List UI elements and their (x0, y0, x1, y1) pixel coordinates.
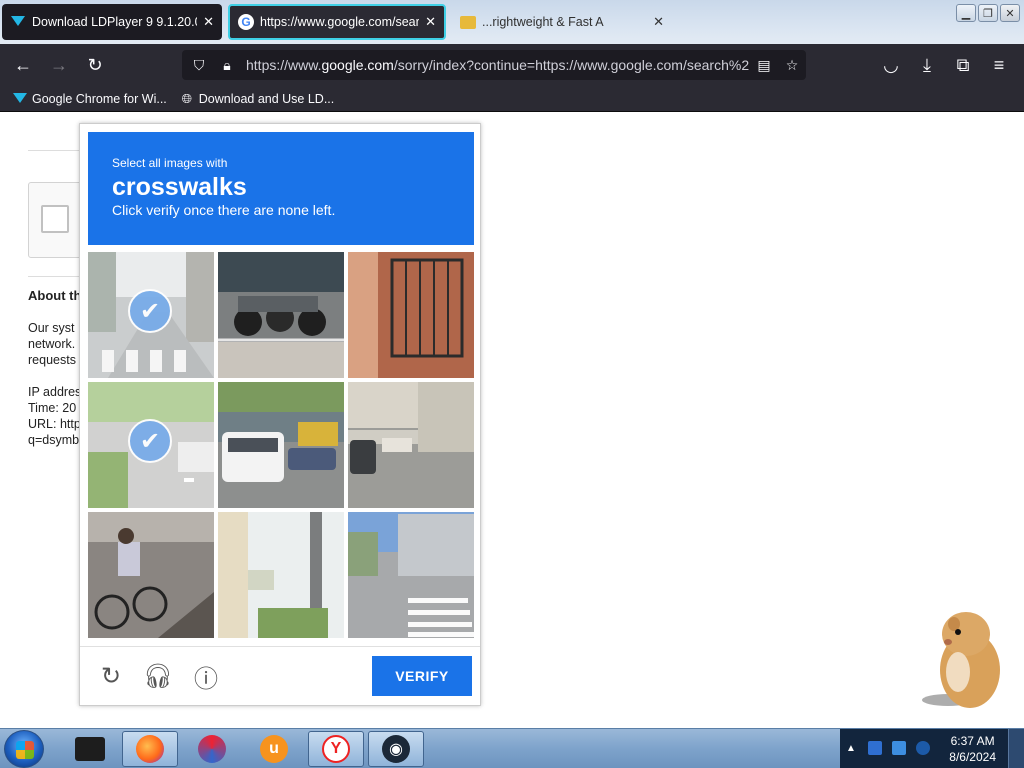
show-desktop-button[interactable] (1008, 729, 1024, 768)
tray-network-icon[interactable] (892, 741, 906, 755)
cyclist-photo (88, 512, 214, 638)
windows-logo-icon (16, 741, 34, 759)
extensions-icon[interactable]: ⧉ (950, 52, 976, 78)
image-challenge-dialog: Select all images with crosswalks Click … (79, 123, 481, 706)
street-bus-photo (348, 382, 474, 508)
check-icon: ✔ (128, 289, 172, 333)
image-tile-9[interactable] (348, 512, 474, 638)
taskbar-app-2[interactable] (122, 731, 178, 767)
image-tile-1[interactable]: ✔ (88, 252, 214, 378)
taskbar-app-3[interactable] (184, 731, 240, 767)
firefox-icon (136, 735, 164, 763)
image-tile-5[interactable] (218, 382, 344, 508)
swirl-app-icon (198, 735, 226, 763)
lock-icon[interactable]: 🔒︎ (216, 57, 238, 74)
explanation-text: Our syst network. requests (28, 321, 76, 367)
window-close-icon[interactable]: ✕ (1000, 4, 1020, 22)
bookmark-label: Download and Use LD... (198, 91, 335, 106)
headphones-icon[interactable]: 🎧︎ (143, 661, 173, 691)
back-arrow-icon[interactable]: ← (10, 52, 36, 78)
close-icon[interactable]: ✕ (425, 14, 436, 30)
steam-icon: ◉ (382, 735, 410, 763)
bookmark-label: Google Chrome for Wi... (32, 91, 167, 106)
image-tile-6[interactable] (348, 382, 474, 508)
window-controls: ▁ ❐ ✕ (956, 4, 1020, 22)
crosswalk-buildings-photo (348, 512, 474, 638)
instruction-sub: Click verify once there are none left. (112, 202, 336, 218)
image-grid: ✔ ✔ (88, 252, 474, 638)
image-tile-3[interactable] (348, 252, 474, 378)
bookmarks-bar: Google Chrome for Wi... 🌐︎ Download and … (0, 86, 1024, 112)
image-tile-2[interactable] (218, 252, 344, 378)
image-tile-4[interactable]: ✔ (88, 382, 214, 508)
request-meta: IP addres Time: 20 URL: http q=dsymb (28, 385, 82, 447)
clock[interactable]: 6:37 AM 8/6/2024 (949, 733, 996, 765)
start-button[interactable] (4, 730, 44, 768)
close-icon[interactable]: ✕ (203, 14, 214, 30)
bookmark-ldplayer[interactable]: 🌐︎ Download and Use LD... (179, 91, 335, 107)
navigation-bar: ← → ↻ ⛉ 🔒︎ https://www.google.com/sorry/… (0, 44, 1024, 86)
about-heading: About th (28, 288, 82, 303)
pocket-icon[interactable]: ◡ (878, 52, 904, 78)
reload-challenge-icon[interactable]: ↻ (96, 661, 126, 691)
clock-time: 6:37 AM (950, 734, 995, 748)
forward-arrow-icon[interactable]: → (46, 52, 72, 78)
yandex-browser-icon: Y (322, 735, 350, 763)
menu-icon[interactable]: ≡ (986, 52, 1012, 78)
street-photo (88, 252, 214, 378)
tray-volume-icon[interactable] (916, 741, 930, 755)
recaptcha-checkbox[interactable] (41, 205, 69, 233)
url-text[interactable]: https://www.google.com/sorry/index?conti… (246, 57, 750, 73)
system-tray: ▲ 6:37 AM 8/6/2024 (840, 729, 1024, 768)
tab-title: ...rightweight & Fast A (482, 15, 604, 29)
google-favicon-icon: G (238, 14, 254, 30)
tab-ldplayer[interactable]: Download LDPlayer 9 9.1.20.0 fo ✕ (2, 4, 222, 40)
restore-icon[interactable]: ❐ (978, 4, 998, 22)
clock-date: 8/6/2024 (949, 750, 996, 764)
tab-google-search[interactable]: G https://www.google.com/search ✕ (228, 4, 446, 40)
tab-title: https://www.google.com/search (260, 15, 420, 29)
bookmark-chrome[interactable]: Google Chrome for Wi... (12, 91, 167, 107)
minimize-icon[interactable]: ▁ (956, 4, 976, 22)
challenge-footer: ↻ 🎧︎ ⓘ VERIFY (80, 646, 480, 706)
image-tile-7[interactable] (88, 512, 214, 638)
reader-view-icon[interactable]: ▤ (750, 57, 778, 74)
challenge-header: Select all images with crosswalks Click … (88, 132, 474, 245)
instruction-small: Select all images with (112, 156, 228, 170)
verify-button[interactable]: VERIFY (372, 656, 472, 696)
taskbar-app-5[interactable]: Y (308, 731, 364, 767)
tray-expand-icon[interactable]: ▲ (844, 741, 858, 755)
instruction-target: crosswalks (112, 173, 247, 201)
desktop-app-icon (75, 737, 105, 761)
uc-browser-icon: u (260, 735, 288, 763)
globe-icon: 🌐︎ (181, 90, 192, 106)
windows-taskbar: u Y ◉ ▲ 6:37 AM 8/6/2024 (0, 728, 1024, 768)
shield-icon[interactable]: ⛉ (188, 57, 210, 74)
close-icon[interactable]: ✕ (653, 14, 664, 30)
tray-app-icon[interactable] (868, 741, 882, 755)
hamster-desktop-pet[interactable] (918, 600, 1008, 710)
info-icon[interactable]: ⓘ (191, 661, 221, 693)
image-tile-8[interactable] (218, 512, 344, 638)
folder-favicon-icon (460, 15, 476, 29)
motorbikes-photo (218, 252, 344, 378)
tab-title: Download LDPlayer 9 9.1.20.0 fo (32, 15, 198, 29)
tab-third[interactable]: ...rightweight & Fast A ✕ (452, 4, 672, 40)
taskbar-app-6[interactable]: ◉ (368, 731, 424, 767)
tab-bar: Download LDPlayer 9 9.1.20.0 fo ✕ G http… (0, 0, 1024, 44)
road-trees-photo (88, 382, 214, 508)
brick-wall-photo (348, 252, 474, 378)
reload-icon[interactable]: ↻ (82, 52, 108, 78)
taskbar-app-1[interactable] (62, 731, 118, 767)
cars-photo (218, 382, 344, 508)
url-bar[interactable]: ⛉ 🔒︎ https://www.google.com/sorry/index?… (182, 50, 806, 80)
pole-building-photo (218, 512, 344, 638)
taskbar-app-4[interactable]: u (246, 731, 302, 767)
ldplayer-favicon-icon (10, 14, 26, 30)
download-icon[interactable]: ⤓ (914, 52, 940, 78)
bookmark-star-icon[interactable]: ☆ (778, 57, 806, 74)
download-arrow-icon (12, 91, 28, 107)
check-icon: ✔ (128, 419, 172, 463)
